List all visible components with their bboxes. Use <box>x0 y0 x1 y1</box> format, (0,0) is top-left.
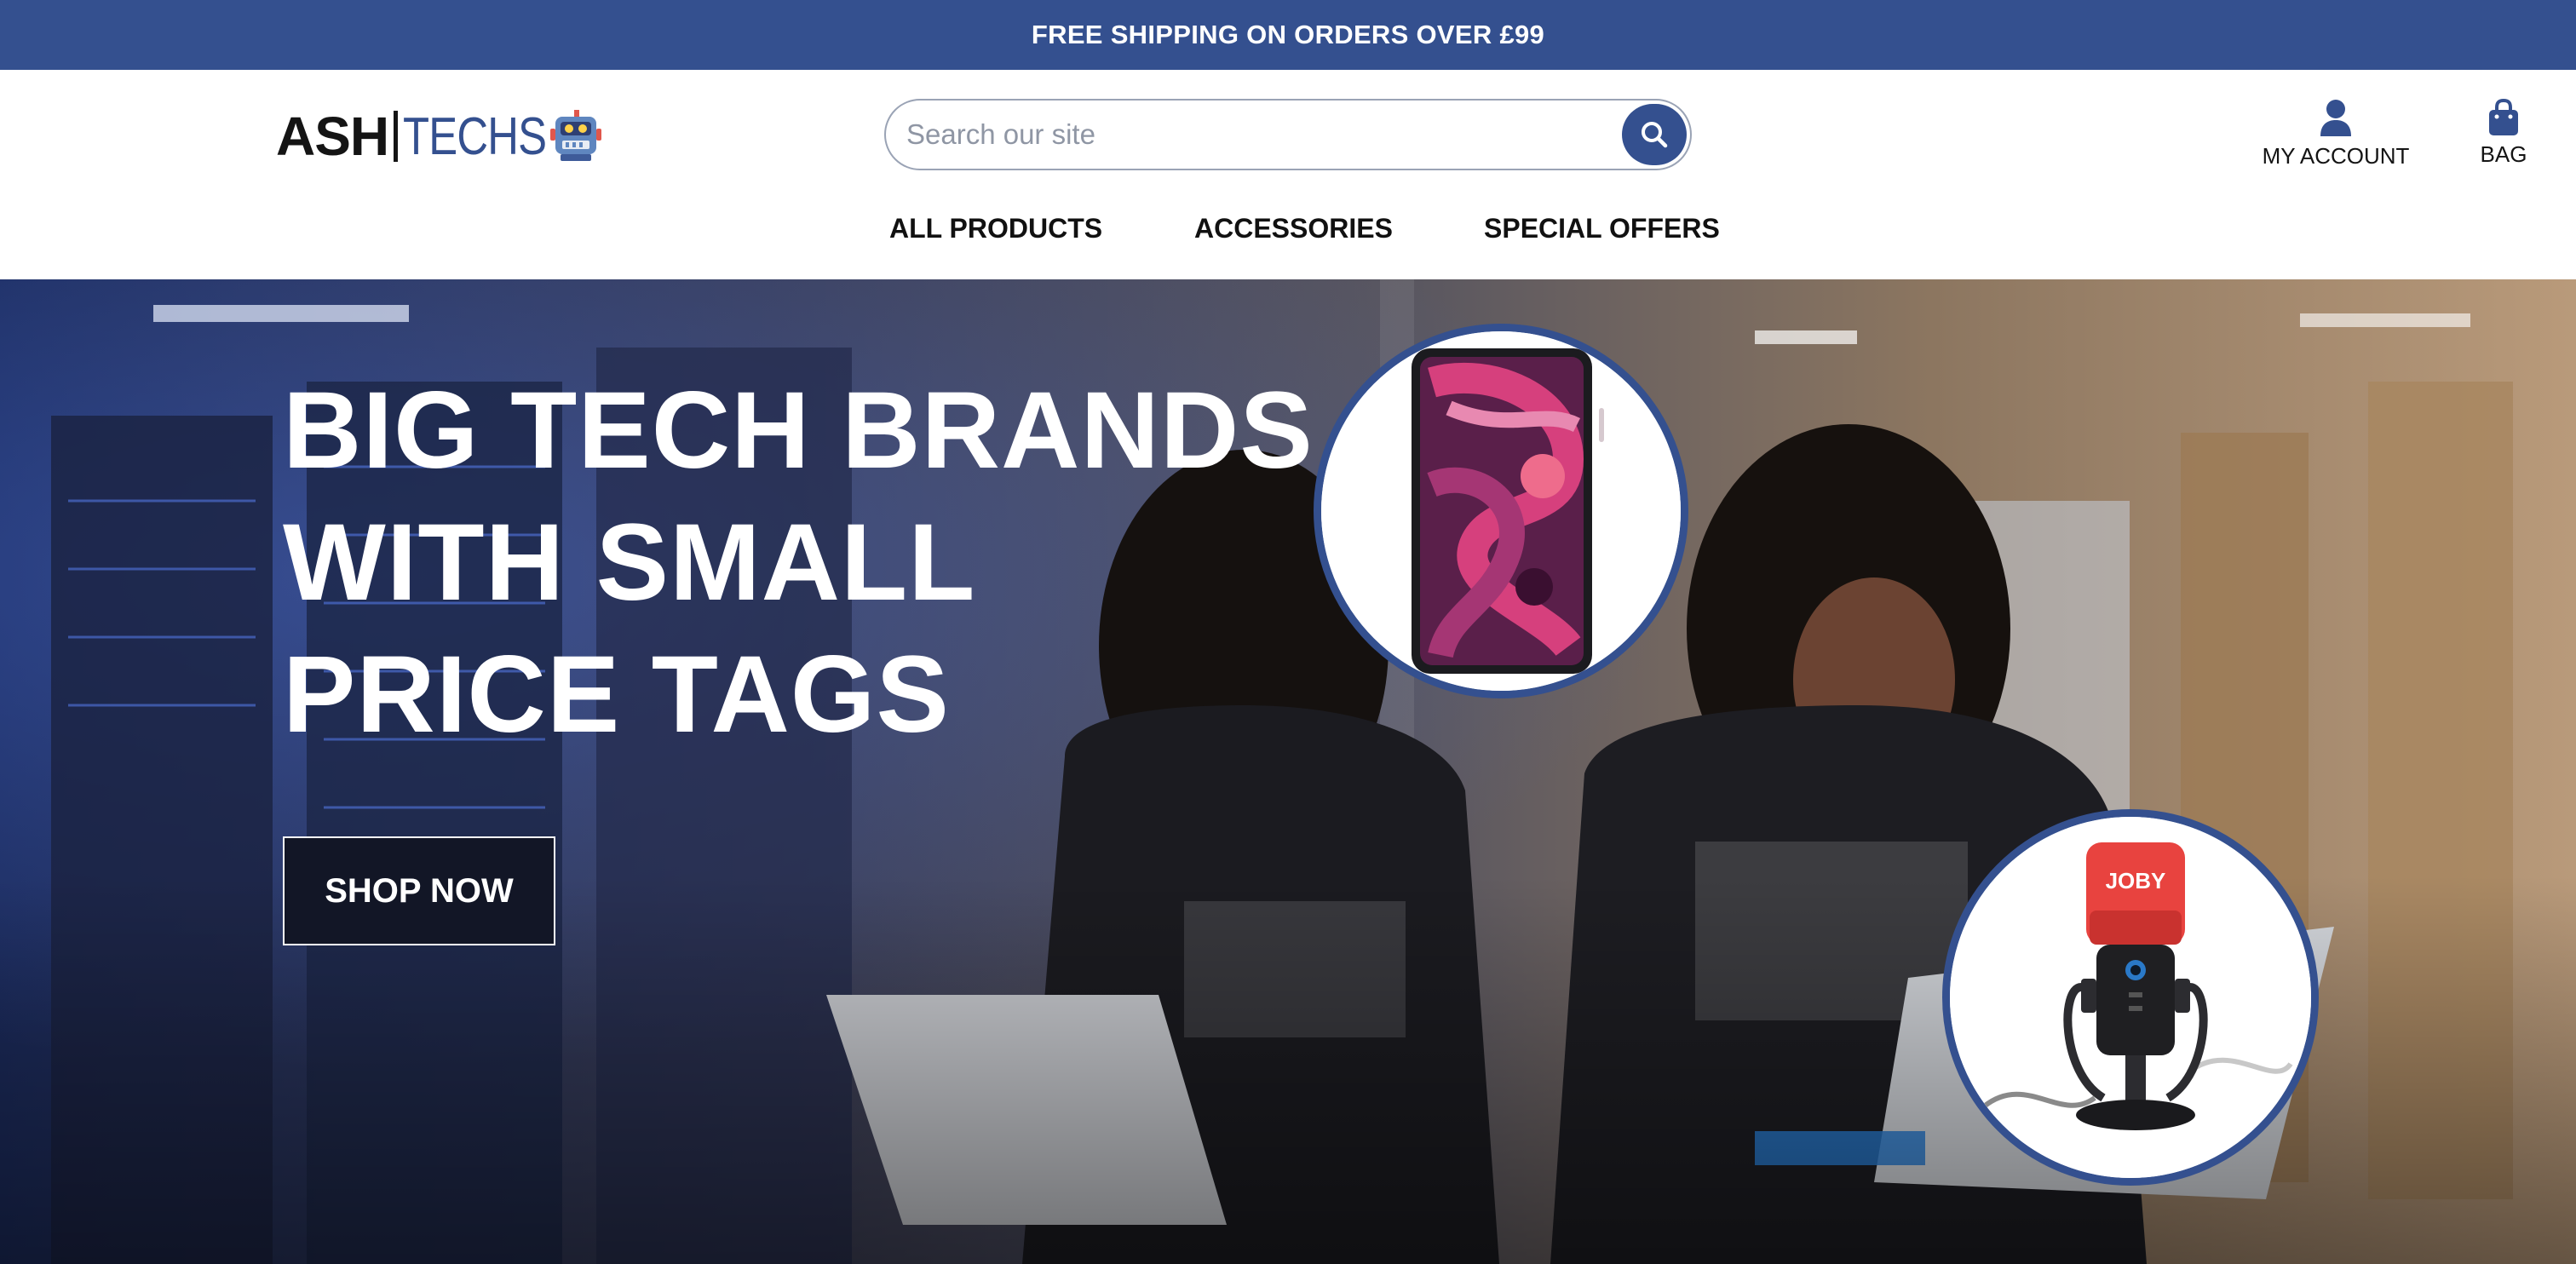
shopping-bag-icon <box>2489 99 2518 135</box>
my-account-label: MY ACCOUNT <box>2262 143 2410 169</box>
nav-item-special-offers[interactable]: SPECIAL OFFERS <box>1484 213 1720 244</box>
hero-heading-line: BIG TECH BRANDS <box>283 370 1314 491</box>
hero-heading-line: PRICE TAGS <box>283 634 950 756</box>
logo-divider <box>394 111 399 162</box>
search-button[interactable] <box>1622 104 1687 165</box>
search-input[interactable] <box>906 112 1605 157</box>
promo-text: FREE SHIPPING ON ORDERS OVER £99 <box>1031 20 1545 49</box>
hero-heading-line: WITH SMALL <box>283 502 976 623</box>
hero-heading: BIG TECH BRANDS WITH SMALL PRICE TAGS <box>283 365 1314 761</box>
logo-text-ash: ASH <box>276 106 389 167</box>
promo-banner: FREE SHIPPING ON ORDERS OVER £99 <box>0 0 2576 70</box>
tablet-product-image <box>1321 331 1681 691</box>
robot-mascot-icon <box>550 110 602 161</box>
my-account-link[interactable]: MY ACCOUNT <box>2261 99 2411 169</box>
nav-item-all-products[interactable]: ALL PRODUCTS <box>889 213 1102 244</box>
site-header: ASH TECHS Search our site MY ACCOUNT BAG… <box>0 70 2576 279</box>
search-bar <box>884 99 1692 170</box>
bag-label: BAG <box>2480 141 2527 167</box>
search-icon <box>1642 122 1668 148</box>
microphone-brand-label: JOBY <box>2106 868 2166 893</box>
shopping-bag-link[interactable]: BAG <box>2470 99 2537 168</box>
nav-item-accessories[interactable]: ACCESSORIES <box>1194 213 1393 244</box>
user-icon <box>2320 100 2351 136</box>
main-navigation: ALL PRODUCTS ACCESSORIES SPECIAL OFFERS <box>0 213 2576 252</box>
shop-now-button[interactable]: SHOP NOW <box>283 836 555 945</box>
site-logo[interactable]: ASH TECHS <box>276 94 603 179</box>
hero-banner: BIG TECH BRANDS WITH SMALL PRICE TAGS SH… <box>0 279 2576 1264</box>
product-circle-microphone[interactable]: JOBY <box>1942 809 2319 1186</box>
microphone-product-image: JOBY <box>1950 817 2311 1178</box>
logo-text-techs: TECHS <box>403 106 547 166</box>
product-circle-tablet[interactable] <box>1314 324 1688 698</box>
